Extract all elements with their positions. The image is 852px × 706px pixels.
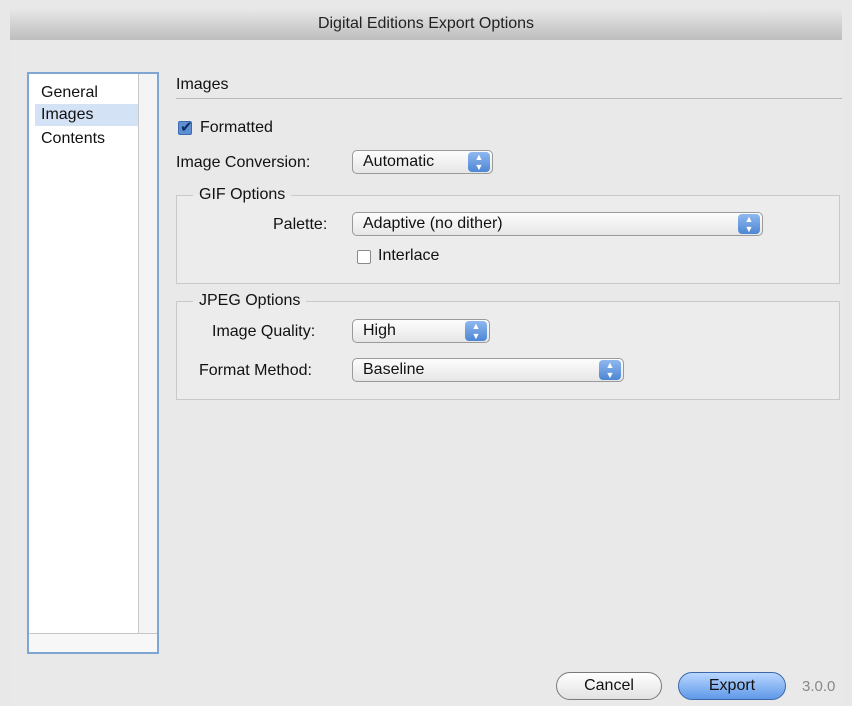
gif-options-title: GIF Options	[199, 186, 286, 203]
formatted-label: Formatted	[200, 119, 273, 136]
sidebar-item-label: Images	[41, 106, 94, 123]
sidebar-item-images[interactable]: Images	[35, 104, 141, 126]
format-method-value: Baseline	[363, 361, 425, 378]
image-quality-select[interactable]: High ▲ ▼	[352, 319, 490, 343]
format-method-label: Format Method:	[199, 362, 312, 379]
horizontal-scrollbar[interactable]	[29, 633, 157, 652]
image-conversion-select[interactable]: Automatic ▲ ▼	[352, 150, 493, 174]
up-down-arrows-icon: ▲ ▼	[468, 152, 490, 172]
sidebar-item-contents[interactable]: Contents	[35, 128, 141, 150]
window-title-bar: Digital Editions Export Options	[10, 8, 842, 41]
up-down-arrows-icon: ▲ ▼	[738, 214, 760, 234]
format-method-select[interactable]: Baseline ▲ ▼	[352, 358, 624, 382]
up-down-arrows-icon: ▲ ▼	[465, 321, 487, 341]
interlace-checkbox[interactable]	[357, 250, 371, 264]
sidebar-item-label: General	[41, 84, 98, 101]
sidebar-item-general[interactable]: General	[35, 82, 141, 104]
export-button[interactable]: Export	[678, 672, 786, 700]
window-title: Digital Editions Export Options	[317, 15, 535, 32]
palette-value: Adaptive (no dither)	[363, 215, 503, 232]
image-conversion-value: Automatic	[363, 153, 435, 170]
version-label: 3.0.0	[802, 678, 836, 695]
up-down-arrows-icon: ▲ ▼	[599, 360, 621, 380]
cancel-button[interactable]: Cancel	[556, 672, 662, 700]
palette-label: Palette:	[273, 216, 328, 233]
jpeg-options-group: JPEG Options	[176, 292, 840, 400]
vertical-scrollbar[interactable]	[138, 74, 157, 636]
checkmark-icon: ✔	[180, 119, 193, 136]
image-quality-value: High	[363, 322, 396, 339]
image-quality-label: Image Quality:	[212, 323, 316, 340]
sidebar-list[interactable]: General Images Contents	[27, 72, 159, 654]
section-divider	[176, 98, 842, 99]
interlace-label: Interlace	[378, 247, 440, 264]
image-conversion-label: Image Conversion:	[176, 154, 311, 171]
palette-select[interactable]: Adaptive (no dither) ▲ ▼	[352, 212, 763, 236]
sidebar-item-label: Contents	[41, 130, 106, 147]
section-title: Images	[176, 76, 229, 93]
formatted-checkbox[interactable]: ✔	[178, 119, 193, 136]
jpeg-options-title: JPEG Options	[199, 292, 301, 309]
